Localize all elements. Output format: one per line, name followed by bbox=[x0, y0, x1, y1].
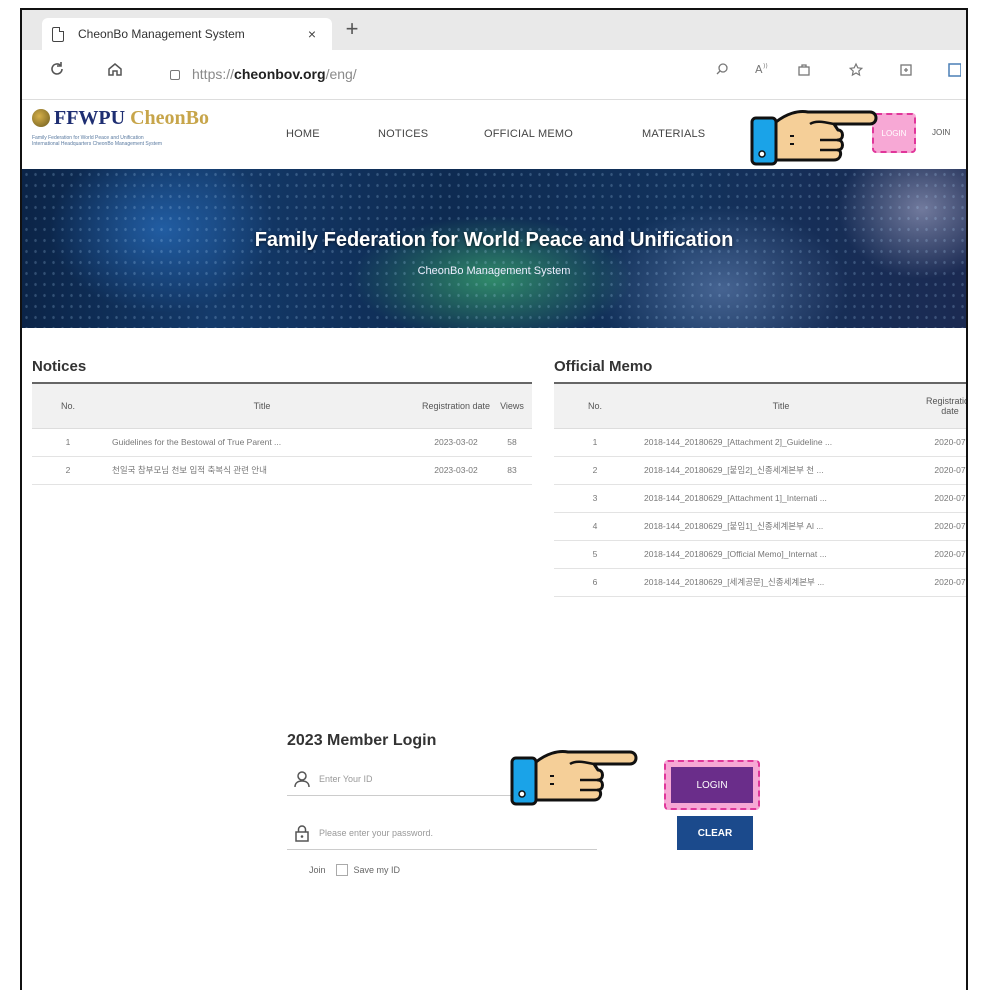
nav-home[interactable]: HOME bbox=[286, 128, 320, 140]
nav-materials[interactable]: MATERIALS bbox=[642, 128, 705, 140]
pointing-hand-icon bbox=[750, 110, 878, 166]
collections-icon[interactable] bbox=[894, 62, 918, 83]
memo-link[interactable]: 2018-144_20180629_[Official Memo]_Intern… bbox=[636, 540, 926, 569]
login-button[interactable]: LOGIN bbox=[671, 767, 753, 803]
table-row[interactable]: 2 천일국 참부모님 천보 입적 축복식 관련 안내 2023-03-02 83 bbox=[32, 456, 532, 485]
notice-link[interactable]: Guidelines for the Bestowal of True Pare… bbox=[104, 428, 420, 457]
home-icon[interactable] bbox=[102, 60, 128, 84]
clear-button[interactable]: CLEAR bbox=[677, 816, 753, 850]
pointing-hand-icon bbox=[510, 750, 638, 806]
svg-text:)): )) bbox=[763, 63, 768, 70]
banner-subtitle: CheonBo Management System bbox=[417, 265, 571, 277]
col-no: No. bbox=[32, 384, 104, 429]
tab-close-icon[interactable]: × bbox=[302, 26, 322, 42]
table-row[interactable]: 6 2018-144_20180629_[세계공문]_신종세계본부 ... 2020… bbox=[554, 568, 966, 597]
notice-link[interactable]: 천일국 참부모님 천보 입적 축복식 관련 안내 bbox=[104, 456, 420, 485]
table-row[interactable]: 1 Guidelines for the Bestowal of True Pa… bbox=[32, 428, 532, 457]
url-path: /eng/ bbox=[325, 66, 357, 82]
login-button-highlight: LOGIN bbox=[664, 760, 760, 810]
password-field bbox=[287, 816, 597, 850]
table-row[interactable]: 1 2018-144_20180629_[Attachment 2]_Guidel… bbox=[554, 428, 966, 457]
save-id-checkbox[interactable] bbox=[335, 864, 348, 876]
nav-official-memo[interactable]: OFFICIAL MEMO bbox=[484, 128, 573, 140]
browser-tab[interactable]: CheonBo Management System × bbox=[42, 18, 332, 50]
globe-icon bbox=[32, 109, 50, 127]
memo-link[interactable]: 2018-144_20180629_[붙임2]_신종세계본부 천 ... bbox=[636, 456, 926, 485]
table-row[interactable]: 2 2018-144_20180629_[붙임2]_신종세계본부 천 ... 202… bbox=[554, 456, 966, 485]
url-prefix: https:// bbox=[192, 66, 235, 82]
logo-accent: CheonBo bbox=[130, 107, 209, 129]
header-join-link[interactable]: JOIN bbox=[932, 128, 950, 137]
screenshot-frame: CheonBo Management System × + https://ch… bbox=[20, 8, 968, 990]
table-row[interactable]: 5 2018-144_20180629_[Official Memo]_Inter… bbox=[554, 540, 966, 569]
url-field[interactable]: https://cheonbov.org/eng/ bbox=[170, 66, 357, 82]
col-title: Title bbox=[636, 384, 926, 429]
lock-icon bbox=[170, 70, 180, 80]
banner-title: Family Federation for World Peace and Un… bbox=[254, 229, 734, 251]
site-logo[interactable]: FFWPU CheonBo Family Federation for Worl… bbox=[32, 107, 228, 153]
col-reg-date: Registration date bbox=[926, 384, 966, 429]
app-icon[interactable] bbox=[792, 62, 816, 83]
memo-link[interactable]: 2018-144_20180629_[세계공문]_신종세계본부 ... bbox=[636, 568, 926, 597]
login-title: 2023 Member Login bbox=[287, 732, 437, 749]
join-link[interactable]: Join bbox=[309, 865, 326, 875]
official-memo-title: Official Memo bbox=[554, 358, 653, 375]
refresh-icon[interactable] bbox=[44, 60, 70, 84]
sidebar-icon[interactable] bbox=[942, 62, 966, 83]
memo-link[interactable]: 2018-144_20180629_[Attachment 2]_Guideli… bbox=[636, 428, 926, 457]
read-aloud-icon[interactable]: A)) bbox=[750, 62, 774, 81]
lock-icon bbox=[295, 825, 309, 842]
official-memo-table: No. Title Registration date 12018-144_20… bbox=[554, 382, 966, 597]
table-row[interactable]: 3 2018-144_20180629_[Attachment 1]_Intern… bbox=[554, 484, 966, 513]
password-input[interactable] bbox=[319, 822, 579, 844]
new-tab-icon[interactable]: + bbox=[340, 16, 364, 42]
search-icon[interactable] bbox=[710, 62, 734, 81]
url-domain: cheonbov.org bbox=[234, 66, 326, 82]
save-id-label: Save my ID bbox=[353, 865, 401, 875]
col-no: No. bbox=[554, 384, 636, 429]
login-options: Join Save my ID bbox=[309, 864, 400, 876]
col-title: Title bbox=[104, 384, 420, 429]
memo-link[interactable]: 2018-144_20180629_[Attachment 1]_Interna… bbox=[636, 484, 926, 513]
browser-address-bar: https://cheonbov.org/eng/ A)) bbox=[22, 50, 966, 100]
favorites-icon[interactable] bbox=[844, 62, 868, 83]
logo-subtitle-2: International Headquarters CheonBo Manag… bbox=[32, 141, 163, 147]
memo-link[interactable]: 2018-144_20180629_[붙임1]_신종세계본부 Al ... bbox=[636, 512, 926, 541]
browser-tab-strip: CheonBo Management System × + bbox=[22, 10, 966, 50]
user-icon bbox=[294, 771, 310, 788]
notices-title: Notices bbox=[32, 358, 87, 375]
table-row[interactable]: 4 2018-144_20180629_[붙임1]_신종세계본부 Al ... 20… bbox=[554, 512, 966, 541]
page-icon bbox=[52, 26, 64, 42]
hero-banner: Family Federation for World Peace and Un… bbox=[22, 169, 966, 328]
svg-text:A: A bbox=[755, 63, 763, 76]
logo-main: FFWPU bbox=[54, 107, 126, 129]
col-views: Views bbox=[492, 384, 532, 429]
nav-notices[interactable]: NOTICES bbox=[378, 128, 428, 140]
col-reg-date: Registration date bbox=[420, 384, 492, 429]
notices-table: No. Title Registration date Views 1 Guid… bbox=[32, 382, 532, 485]
tab-title: CheonBo Management System bbox=[78, 27, 245, 41]
